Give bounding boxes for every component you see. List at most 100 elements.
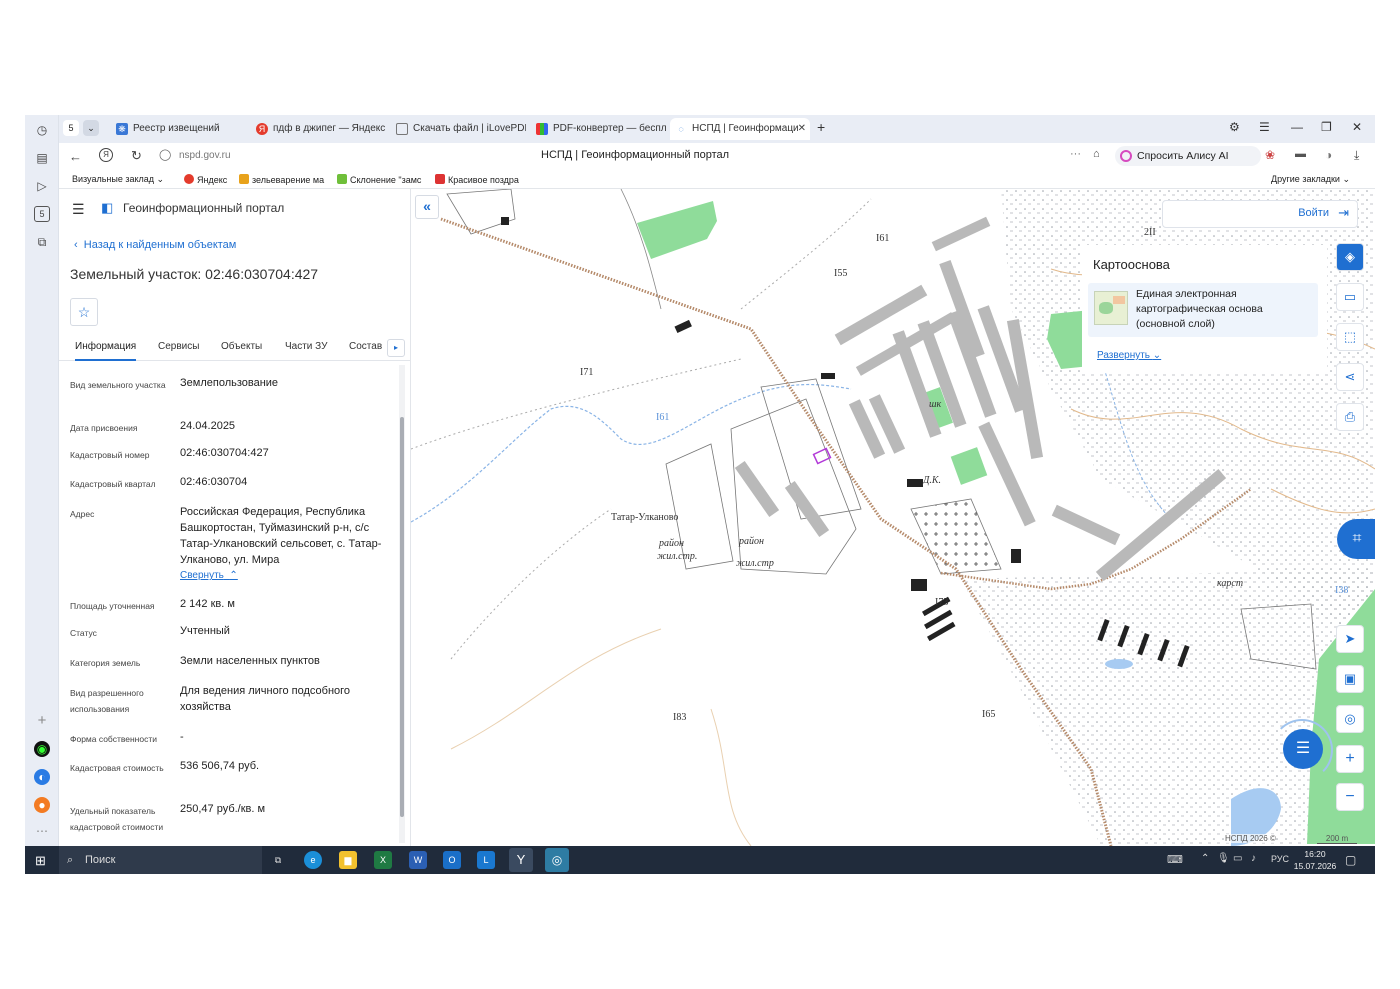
- minimize-icon[interactable]: —: [1291, 120, 1303, 134]
- collections-icon[interactable]: ▤: [34, 150, 50, 166]
- explorer-icon[interactable]: ▆: [339, 851, 357, 869]
- taskbar-search[interactable]: ⌕ Поиск: [59, 846, 262, 874]
- tab-counter-icon[interactable]: 5: [34, 206, 50, 222]
- app-icon-3[interactable]: ●: [34, 797, 50, 813]
- screenshot-icon[interactable]: ⧉: [34, 234, 50, 250]
- ask-alice-button[interactable]: Спросить Алису AI: [1115, 146, 1261, 166]
- close-tab-icon[interactable]: ✕: [798, 118, 806, 140]
- clock[interactable]: 16:20 15.07.2026: [1293, 848, 1337, 872]
- land-parcel: [760, 378, 862, 520]
- edge-icon[interactable]: e: [304, 851, 322, 869]
- login-button[interactable]: Войти ⇥: [1162, 200, 1358, 228]
- app-icon-active[interactable]: ◎: [545, 848, 569, 872]
- tab-composition[interactable]: Состав: [349, 341, 382, 352]
- tab-count-badge[interactable]: 5: [63, 120, 79, 136]
- maximize-icon[interactable]: ❐: [1321, 120, 1332, 134]
- bookmark-potion[interactable]: зельеварение ма: [239, 174, 324, 185]
- tab-yandex-search[interactable]: Я пдф в джипег — Яндекс:: [251, 118, 386, 140]
- more-options-icon[interactable]: ···: [1070, 148, 1081, 160]
- tab-objects[interactable]: Объекты: [221, 341, 262, 352]
- play-icon[interactable]: ▷: [34, 178, 50, 194]
- layers-tool[interactable]: ◈: [1336, 243, 1364, 271]
- extension-icon-3[interactable]: ◑: [1325, 148, 1332, 162]
- bookmark-greetings[interactable]: Красивое поздра: [435, 174, 519, 185]
- tab-services[interactable]: Сервисы: [158, 341, 199, 352]
- site-info-icon[interactable]: ◯: [159, 148, 171, 161]
- tabs-scroll-right-icon[interactable]: ▸: [387, 339, 405, 357]
- volume-icon[interactable]: ♪: [1251, 853, 1256, 864]
- geolocation-tool[interactable]: ◎: [1336, 705, 1364, 733]
- back-link[interactable]: ‹ Назад к найденным объектам: [74, 239, 236, 251]
- app-icon-1[interactable]: ◉: [34, 741, 50, 757]
- lake: [1105, 659, 1133, 669]
- bookmark-yandex[interactable]: Яндекс: [184, 174, 227, 185]
- add-icon[interactable]: +: [34, 713, 50, 729]
- app-icon[interactable]: L: [477, 851, 495, 869]
- field-value: Учтенный: [180, 625, 230, 637]
- history-icon[interactable]: ◷: [34, 122, 50, 138]
- app-icon-2[interactable]: ◐: [34, 769, 50, 785]
- tab-registry[interactable]: ❋ Реестр извещений: [111, 118, 246, 140]
- new-tab-icon[interactable]: +: [817, 119, 825, 135]
- close-window-icon[interactable]: ✕: [1352, 120, 1362, 134]
- search-icon: ⌕: [67, 854, 74, 866]
- minimap-tool[interactable]: ▣: [1336, 665, 1364, 693]
- tab-pdf-converter[interactable]: PDF-конвертер — беспла: [531, 118, 666, 140]
- bookmark-visual[interactable]: Визуальные заклад ⌄: [72, 174, 164, 185]
- tab-information[interactable]: Информация: [75, 341, 137, 361]
- hamburger-menu-icon[interactable]: ☰: [72, 201, 85, 218]
- reload-icon[interactable]: ↻: [131, 148, 142, 164]
- track: [450, 508, 612, 660]
- bookmark-label: зельеварение ма: [252, 175, 325, 185]
- field-label: Кадастровый квартал: [70, 479, 156, 489]
- yandex-browser-icon[interactable]: Y: [509, 848, 533, 872]
- print-tool[interactable]: ⎙: [1336, 403, 1364, 431]
- extension-icon-1[interactable]: ❀: [1265, 148, 1275, 162]
- url-text[interactable]: nspd.gov.ru: [179, 150, 231, 161]
- chat-button[interactable]: ☰: [1283, 729, 1323, 769]
- bookmarks-bar: Визуальные заклад ⌄ Яндекс зельеварение …: [59, 171, 1375, 189]
- menu-icon[interactable]: ☰: [1259, 120, 1270, 134]
- field-value: 24.04.2025: [180, 420, 236, 432]
- outlook-icon[interactable]: O: [443, 851, 461, 869]
- zoom-in-button[interactable]: +: [1336, 745, 1364, 773]
- tab-menu-chevron-icon[interactable]: ⌄: [83, 120, 99, 136]
- more-icon[interactable]: ⋯: [34, 823, 50, 839]
- word-icon[interactable]: W: [409, 851, 427, 869]
- zoom-out-button[interactable]: −: [1336, 783, 1364, 811]
- scrollbar-thumb[interactable]: [400, 417, 404, 817]
- bookmark-icon[interactable]: ⌂: [1093, 148, 1100, 160]
- yandex-home-icon[interactable]: Я: [99, 148, 113, 162]
- bookmark-declension[interactable]: Склонение "замс: [337, 174, 421, 185]
- collapse-panel-button[interactable]: «: [415, 195, 439, 219]
- other-bookmarks[interactable]: Другие закладки ⌄: [1271, 174, 1350, 185]
- language-indicator[interactable]: РУС: [1271, 854, 1289, 864]
- notifications-icon[interactable]: ▢: [1345, 853, 1356, 867]
- assistant-button[interactable]: ⌗: [1337, 519, 1375, 559]
- task-view-icon[interactable]: ⧉: [269, 851, 287, 869]
- tab-parts[interactable]: Части ЗУ: [285, 341, 327, 352]
- select-area-tool[interactable]: ⬚: [1336, 323, 1364, 351]
- network-icon[interactable]: ▭: [1233, 853, 1242, 864]
- tray-chevron-icon[interactable]: ⌃: [1201, 853, 1209, 864]
- panel-scrollbar[interactable]: [399, 365, 405, 843]
- measure-tool[interactable]: ▭: [1336, 283, 1364, 311]
- field-label: Кадастровый номер: [70, 450, 150, 460]
- tab-nspd[interactable]: ◌ НСПД | Геоинформаци ✕: [670, 118, 810, 140]
- keyboard-icon[interactable]: ⌨: [1167, 853, 1183, 866]
- excel-icon[interactable]: X: [374, 851, 392, 869]
- share-tool[interactable]: ⋖: [1336, 363, 1364, 391]
- favorite-star-button[interactable]: ☆: [70, 298, 98, 326]
- expand-link[interactable]: Развернуть ⌄: [1097, 350, 1161, 361]
- track: [740, 198, 872, 310]
- locate-tool[interactable]: ➤: [1336, 625, 1364, 653]
- tab-ilovepdf[interactable]: Скачать файл | iLovePDF: [391, 118, 526, 140]
- basemap-layer-item[interactable]: Единая электронная картографическая осно…: [1088, 283, 1318, 337]
- extension-icon-2[interactable]: ▬: [1295, 148, 1306, 160]
- extensions-icon[interactable]: ⚙: [1229, 120, 1240, 134]
- windows-start-icon[interactable]: ⊞: [35, 853, 46, 869]
- download-icon[interactable]: ⤓: [1354, 148, 1359, 163]
- collapse-link[interactable]: Свернуть ⌃: [180, 570, 238, 581]
- microphone-icon[interactable]: 🎙: [1217, 853, 1230, 864]
- back-icon[interactable]: ←: [69, 149, 82, 164]
